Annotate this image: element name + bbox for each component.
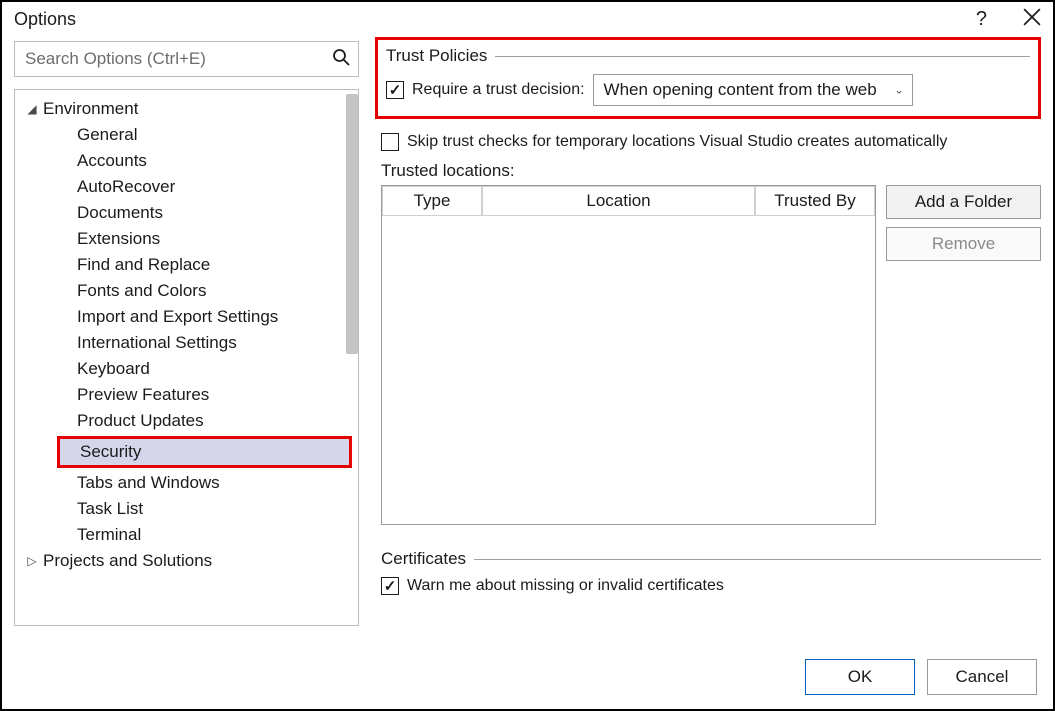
tree-node-product-updates[interactable]: Product Updates [15, 408, 358, 434]
tree-node-autorecover[interactable]: AutoRecover [15, 174, 358, 200]
ok-button[interactable]: OK [805, 659, 915, 695]
options-tree: ◢ Environment General Accounts AutoRecov… [14, 89, 359, 626]
options-dialog: Options ? ◢ Environment [0, 0, 1055, 711]
tree-node-accounts[interactable]: Accounts [15, 148, 358, 174]
warn-certs-label: Warn me about missing or invalid certifi… [407, 577, 724, 595]
tree-node-keyboard[interactable]: Keyboard [15, 356, 358, 382]
divider [495, 56, 1030, 57]
trusted-locations-label: Trusted locations: [381, 161, 1041, 181]
title-bar: Options ? [2, 2, 1053, 41]
skip-trust-label: Skip trust checks for temporary location… [407, 133, 947, 151]
warn-certs-checkbox[interactable] [381, 577, 399, 595]
remove-button[interactable]: Remove [886, 227, 1041, 261]
group-certificates: Certificates [381, 549, 1041, 569]
dialog-buttons: OK Cancel [805, 659, 1037, 695]
skip-trust-checkbox[interactable] [381, 133, 399, 151]
tree-node-environment[interactable]: ◢ Environment [15, 96, 358, 122]
search-box[interactable] [14, 41, 359, 77]
require-trust-checkbox[interactable] [386, 81, 404, 99]
group-title: Certificates [381, 549, 466, 569]
expand-icon[interactable]: ▷ [21, 554, 43, 568]
trusted-locations-table[interactable]: Type Location Trusted By [381, 185, 876, 525]
col-trusted-by[interactable]: Trusted By [755, 186, 875, 216]
tree-node-extensions[interactable]: Extensions [15, 226, 358, 252]
col-type[interactable]: Type [382, 186, 482, 216]
tree-node-international[interactable]: International Settings [15, 330, 358, 356]
trust-mode-dropdown[interactable]: When opening content from the web ⌄ [593, 74, 913, 106]
tree-node-preview-features[interactable]: Preview Features [15, 382, 358, 408]
highlight-trust-policies: Trust Policies Require a trust decision:… [375, 37, 1041, 119]
search-input[interactable] [23, 48, 332, 70]
tree-node-fonts-colors[interactable]: Fonts and Colors [15, 278, 358, 304]
tree-node-find-replace[interactable]: Find and Replace [15, 252, 358, 278]
tree-label: Projects and Solutions [43, 551, 212, 571]
tree-node-import-export[interactable]: Import and Export Settings [15, 304, 358, 330]
window-controls: ? [976, 8, 1041, 31]
add-folder-button[interactable]: Add a Folder [886, 185, 1041, 219]
tree-node-terminal[interactable]: Terminal [15, 522, 358, 548]
group-title: Trust Policies [386, 46, 487, 66]
window-title: Options [14, 9, 76, 30]
tree-node-tabs-windows[interactable]: Tabs and Windows [15, 470, 358, 496]
divider [474, 559, 1041, 560]
scrollbar-thumb[interactable] [346, 94, 358, 354]
sidebar: ◢ Environment General Accounts AutoRecov… [14, 41, 359, 626]
help-icon[interactable]: ? [976, 8, 987, 31]
close-icon[interactable] [1023, 8, 1041, 31]
tree-node-documents[interactable]: Documents [15, 200, 358, 226]
tree-node-security[interactable]: Security [60, 439, 349, 465]
group-trust-policies: Trust Policies [386, 46, 1030, 66]
cancel-button[interactable]: Cancel [927, 659, 1037, 695]
tree-node-task-list[interactable]: Task List [15, 496, 358, 522]
dropdown-value: When opening content from the web [604, 80, 877, 100]
chevron-down-icon: ⌄ [894, 84, 903, 97]
collapse-icon[interactable]: ◢ [21, 102, 43, 116]
col-location[interactable]: Location [482, 186, 755, 216]
content-panel: Trust Policies Require a trust decision:… [359, 41, 1041, 626]
tree-node-projects-solutions[interactable]: ▷ Projects and Solutions [15, 548, 358, 574]
table-header: Type Location Trusted By [382, 186, 875, 216]
tree-label: Environment [43, 99, 138, 119]
search-icon[interactable] [332, 48, 350, 71]
highlight-security: Security [57, 436, 352, 468]
require-trust-label: Require a trust decision: [412, 81, 585, 99]
tree-node-general[interactable]: General [15, 122, 358, 148]
